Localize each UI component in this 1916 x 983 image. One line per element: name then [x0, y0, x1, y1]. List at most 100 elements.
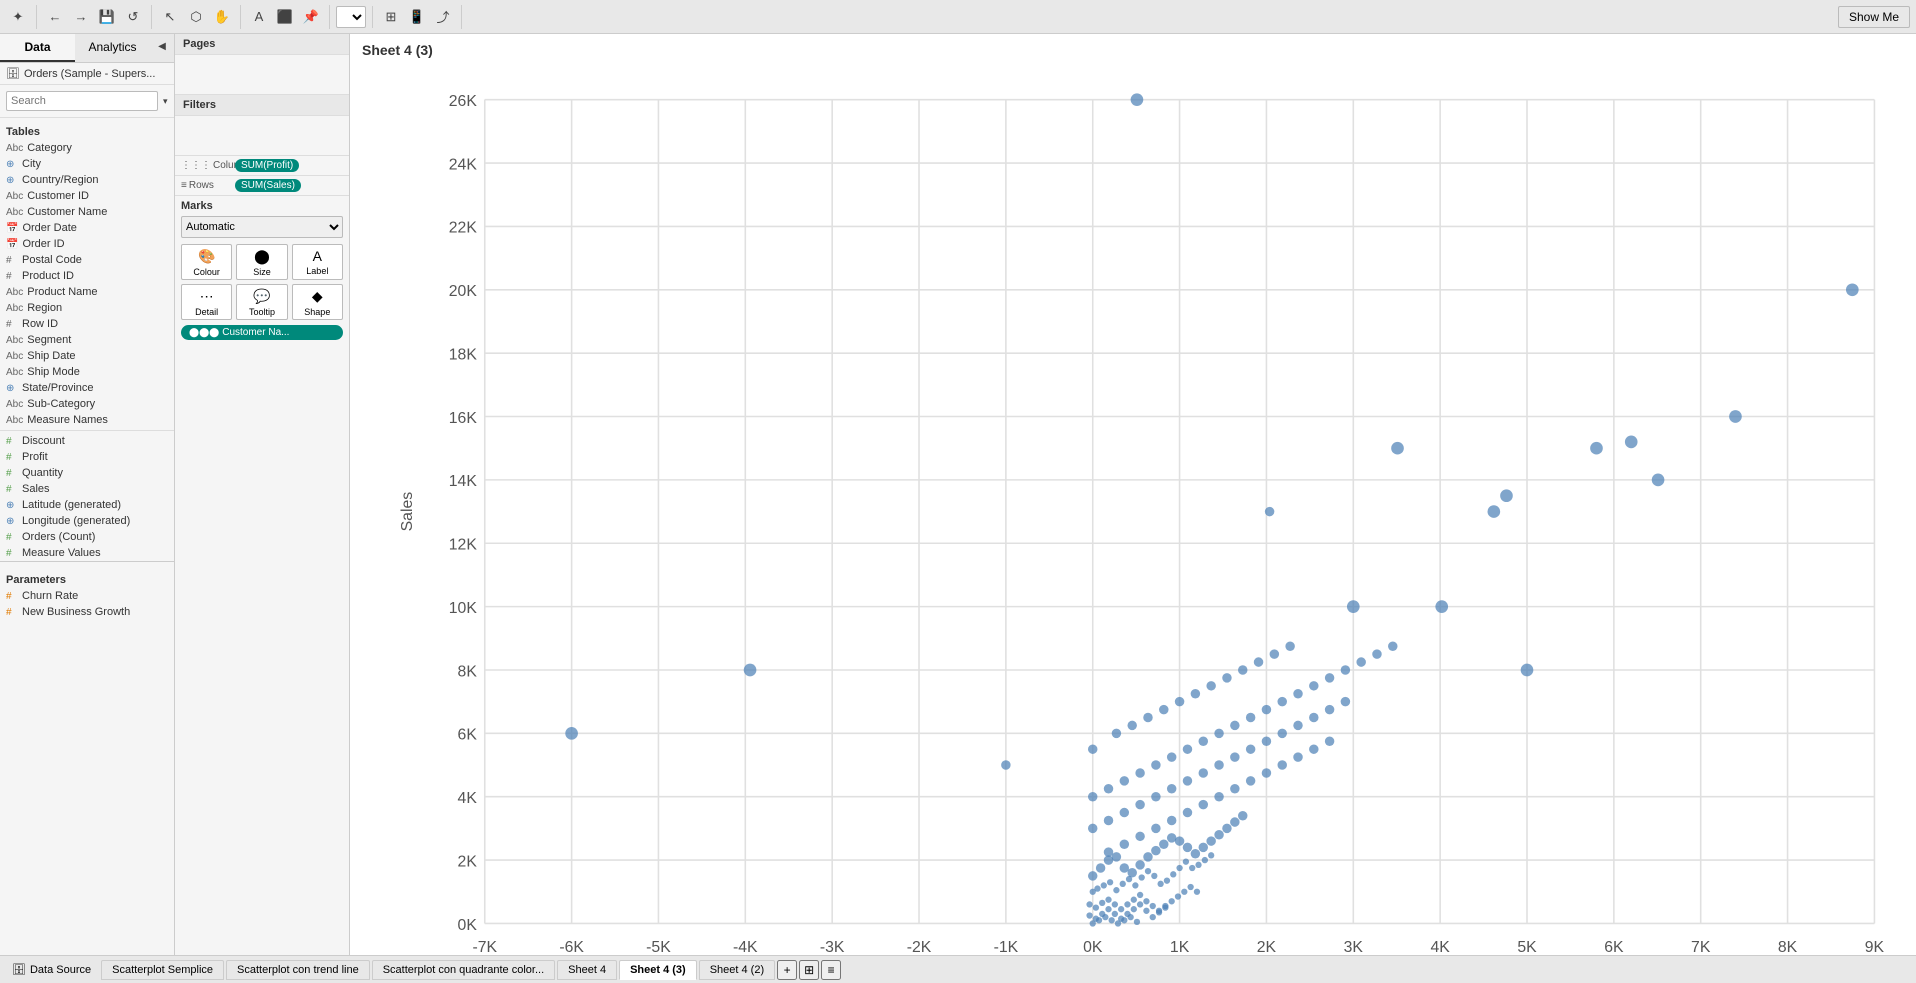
label-btn[interactable]: A — [247, 5, 271, 29]
field-churn-rate[interactable]: #Churn Rate — [0, 588, 174, 604]
scatter-dot — [1086, 912, 1092, 918]
field-quantity[interactable]: #Quantity — [0, 465, 174, 481]
field-measure-values[interactable]: #Measure Values — [0, 545, 174, 561]
scatter-dot — [1199, 800, 1208, 810]
scatter-dot — [1131, 897, 1137, 903]
scatter-dot — [1206, 836, 1215, 846]
tab-data[interactable]: Data — [0, 34, 75, 62]
svg-text:6K: 6K — [1604, 939, 1624, 955]
field-product-name[interactable]: AbcProduct Name — [0, 284, 174, 300]
toolbar-group-viz: A ⬛ 📌 — [247, 5, 330, 29]
sheet-tab-2-label: Scatterplot con trend line — [237, 964, 359, 976]
scatter-dot — [1135, 832, 1144, 842]
marks-type-select[interactable]: Automatic — [181, 216, 343, 238]
search-filter-btn[interactable]: ▾ — [162, 89, 169, 113]
label-btn[interactable]: ALabel — [292, 244, 343, 280]
highlight-btn[interactable]: ⬛ — [273, 5, 297, 29]
tableau-logo-btn[interactable]: ✦ — [6, 5, 30, 29]
forward-btn[interactable]: → — [69, 5, 93, 29]
field-new-business[interactable]: #New Business Growth — [0, 604, 174, 620]
lasso-btn[interactable]: ⬡ — [184, 5, 208, 29]
colour-pill[interactable]: ⬤⬤⬤ Customer Na... — [181, 325, 343, 340]
colour-btn[interactable]: 🎨Colour — [181, 244, 232, 280]
standard-select[interactable]: Standard — [336, 6, 366, 28]
toolbar-group-view: ⊞ 📱 ⤴ — [379, 5, 462, 29]
scatter-dot — [1388, 641, 1397, 651]
field-state[interactable]: ⊕State/Province — [0, 380, 174, 396]
scatter-dot — [1521, 664, 1534, 677]
tooltip-btn[interactable]: 💬Tooltip — [236, 284, 287, 320]
sheet-tab-4[interactable]: Sheet 4 — [557, 960, 617, 980]
scatter-dot — [1150, 914, 1156, 920]
field-measure-names[interactable]: AbcMeasure Names — [0, 412, 174, 428]
rows-shelf-label: ≡ Rows — [181, 180, 231, 191]
svg-text:-7K: -7K — [472, 939, 497, 955]
save-btn[interactable]: 💾 — [95, 5, 119, 29]
field-customer-name[interactable]: AbcCustomer Name — [0, 204, 174, 220]
show-me-button[interactable]: Show Me — [1838, 6, 1910, 28]
sheet-tab-1[interactable]: Scatterplot Semplice — [101, 960, 224, 980]
field-sub-category[interactable]: AbcSub-Category — [0, 396, 174, 412]
rows-pill[interactable]: SUM(Sales) — [235, 179, 301, 192]
field-label: Measure Values — [22, 547, 101, 559]
scatter-dot — [1246, 713, 1255, 723]
svg-text:3K: 3K — [1344, 939, 1364, 955]
shape-btn[interactable]: ◆Shape — [292, 284, 343, 320]
tab-analytics[interactable]: Analytics — [75, 34, 150, 62]
field-label: Order Date — [22, 222, 76, 234]
field-order-id[interactable]: 📅Order ID — [0, 236, 174, 252]
scatter-dot — [1846, 283, 1859, 296]
field-category[interactable]: AbcCategory — [0, 140, 174, 156]
field-ship-date[interactable]: AbcShip Date — [0, 348, 174, 364]
tab-options-btn[interactable]: ≡ — [821, 960, 841, 980]
columns-pill[interactable]: SUM(Profit) — [235, 159, 299, 172]
scatter-dot — [1246, 744, 1255, 754]
field-city[interactable]: ⊕City — [0, 156, 174, 172]
field-row-id[interactable]: #Row ID — [0, 316, 174, 332]
field-profit[interactable]: #Profit — [0, 449, 174, 465]
field-region[interactable]: AbcRegion — [0, 300, 174, 316]
field-longitude[interactable]: ⊕Longitude (generated) — [0, 513, 174, 529]
field-country[interactable]: ⊕Country/Region — [0, 172, 174, 188]
pan-btn[interactable]: ✋ — [210, 5, 234, 29]
field-discount[interactable]: #Discount — [0, 433, 174, 449]
scatter-dot — [1435, 600, 1448, 613]
sheet-tab-6[interactable]: Sheet 4 (2) — [699, 960, 775, 980]
device-btn[interactable]: 📱 — [405, 5, 429, 29]
collapse-panel-btn[interactable]: ◀ — [150, 34, 174, 58]
colour-pill-icon: ⬤⬤⬤ — [189, 327, 219, 338]
field-sales[interactable]: #Sales — [0, 481, 174, 497]
detail-btn[interactable]: ⋯Detail — [181, 284, 232, 320]
field-latitude[interactable]: ⊕Latitude (generated) — [0, 497, 174, 513]
fit-btn[interactable]: ⊞ — [379, 5, 403, 29]
fix-btn[interactable]: 📌 — [299, 5, 323, 29]
datasource-tab[interactable]: 🗄 Data Source — [4, 960, 99, 979]
sheet-tab-2[interactable]: Scatterplot con trend line — [226, 960, 370, 980]
abc-icon: Abc — [6, 367, 23, 378]
share-btn[interactable]: ⤴ — [431, 5, 455, 29]
field-order-date[interactable]: 📅Order Date — [0, 220, 174, 236]
field-label: Ship Mode — [27, 366, 80, 378]
scatter-dot — [1293, 689, 1302, 699]
toolbar-group-file: ✦ — [6, 5, 37, 29]
field-customer-id[interactable]: AbcCustomer ID — [0, 188, 174, 204]
field-postal-code[interactable]: #Postal Code — [0, 252, 174, 268]
toolbar: ✦ ← → 💾 ↺ ↖ ⬡ ✋ A ⬛ 📌 Standard ⊞ 📱 ⤴ Sho… — [0, 0, 1916, 34]
sheet-tab-5[interactable]: Sheet 4 (3) — [619, 960, 697, 980]
field-segment[interactable]: AbcSegment — [0, 332, 174, 348]
scatter-dot — [1238, 811, 1247, 821]
duplicate-sheet-btn[interactable]: ⊞ — [799, 960, 819, 980]
hash-icon: # — [6, 319, 18, 330]
new-sheet-btn[interactable]: + — [777, 960, 797, 980]
field-product-id[interactable]: #Product ID — [0, 268, 174, 284]
scatter-dot — [1104, 816, 1113, 826]
sheet-tab-3[interactable]: Scatterplot con quadrante color... — [372, 960, 555, 980]
field-orders-count[interactable]: #Orders (Count) — [0, 529, 174, 545]
back-btn[interactable]: ← — [43, 5, 67, 29]
size-btn[interactable]: ⬤Size — [236, 244, 287, 280]
field-ship-mode[interactable]: Abc Ship Mode — [0, 364, 174, 380]
refresh-btn[interactable]: ↺ — [121, 5, 145, 29]
pointer-btn[interactable]: ↖ — [158, 5, 182, 29]
search-input[interactable] — [6, 91, 158, 111]
data-analytics-tabs: Data Analytics ◀ — [0, 34, 174, 63]
